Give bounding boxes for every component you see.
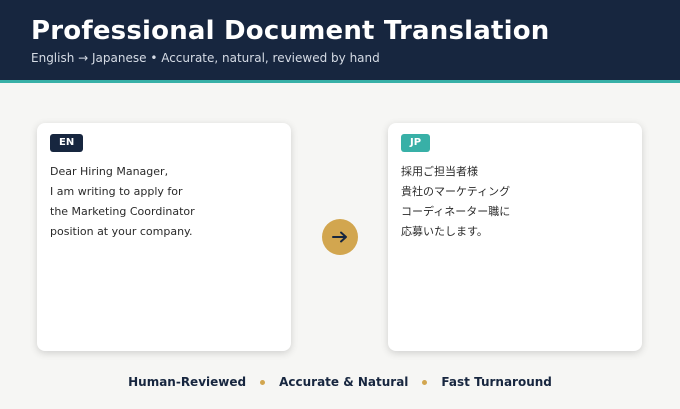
source-line: I am writing to apply for <box>50 185 183 198</box>
source-line: the Marketing Coordinator <box>50 205 195 218</box>
target-language-badge: JP <box>401 134 431 152</box>
source-language-badge: EN <box>50 134 84 152</box>
translated-line: 貴社のマーケティング <box>401 185 511 198</box>
header-banner: Professional Document Translation Englis… <box>0 0 680 80</box>
translated-text-card: JP 採用ご担当者様 貴社のマーケティング コーディネーター職に 応募いたします… <box>388 123 642 351</box>
source-line: Dear Hiring Manager, <box>50 165 169 178</box>
separator-dot <box>422 379 428 385</box>
source-text: Dear Hiring Manager, I am writing to app… <box>50 162 281 242</box>
page-title: Professional Document Translation <box>31 16 550 46</box>
translate-arrow-button[interactable] <box>322 219 358 255</box>
translated-line: コーディネーター職に <box>401 205 511 218</box>
separator-dot <box>260 379 266 385</box>
feature-list: Human-Reviewed Accurate & Natural Fast T… <box>0 374 680 390</box>
translated-line: 応募いたします。 <box>401 225 488 238</box>
arrow-right-icon <box>332 231 347 243</box>
feature-fast-turnaround: Fast Turnaround <box>441 375 552 389</box>
feature-accurate-natural: Accurate & Natural <box>279 375 409 389</box>
translated-text: 採用ご担当者様 貴社のマーケティング コーディネーター職に 応募いたします。 <box>401 162 632 242</box>
source-line: position at your company. <box>50 225 193 238</box>
source-text-card: EN Dear Hiring Manager, I am writing to … <box>37 123 291 351</box>
header-accent-line <box>0 80 680 83</box>
translated-line: 採用ご担当者様 <box>401 165 478 178</box>
feature-human-reviewed: Human-Reviewed <box>128 375 247 389</box>
page-subtitle: English → Japanese • Accurate, natural, … <box>31 51 380 65</box>
